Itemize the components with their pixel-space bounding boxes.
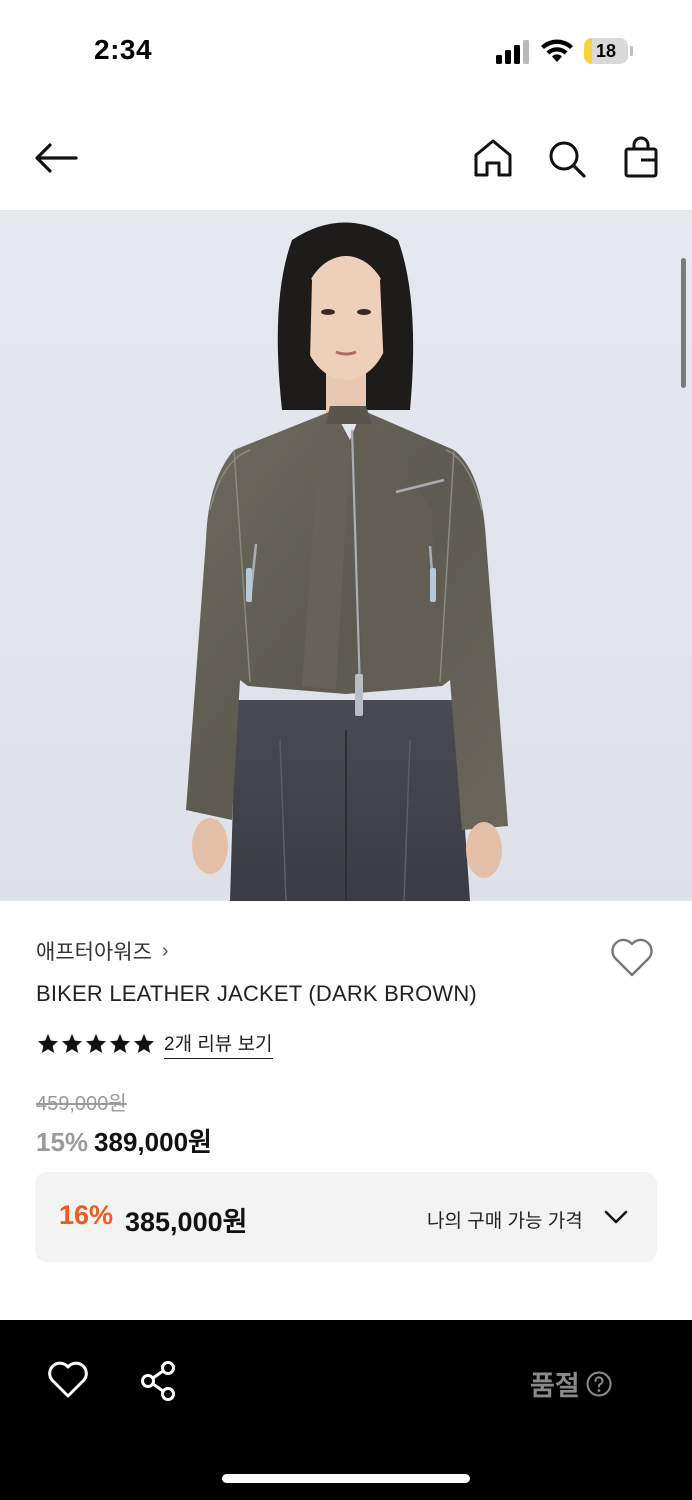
image-scroll-indicator	[681, 258, 686, 388]
search-button[interactable]	[544, 134, 590, 182]
soldout-status: 품절	[530, 1364, 612, 1403]
battery-cap	[630, 46, 633, 56]
my-price-dropdown[interactable]: 16% 385,000원 나의 구매 가능 가격	[35, 1172, 657, 1262]
battery-level: 18	[595, 41, 617, 61]
share-button[interactable]	[138, 1360, 178, 1402]
brand-name: 애프터아워즈	[36, 941, 152, 964]
bottom-action-bar: 품절	[0, 1320, 692, 1500]
home-button[interactable]	[470, 134, 516, 182]
product-photo-illustration	[0, 210, 692, 901]
star-icon	[134, 1034, 154, 1053]
arrow-left-icon	[35, 143, 78, 173]
chevron-right-icon: ›	[161, 939, 169, 962]
heart-icon	[611, 938, 653, 977]
brand-link[interactable]: 애프터아워즈 ›	[36, 936, 169, 966]
star-icon	[86, 1034, 106, 1053]
cart-button[interactable]	[618, 134, 664, 182]
sale-price: 389,000원	[94, 1127, 212, 1157]
wishlist-button[interactable]	[608, 935, 656, 979]
wifi-icon	[541, 39, 573, 62]
sale-price-row: 15% 389,000원	[36, 1122, 212, 1159]
product-image[interactable]	[0, 210, 692, 901]
star-icon	[110, 1034, 130, 1053]
discount-percent: 15%	[36, 1127, 89, 1157]
shopping-bag-icon	[624, 136, 658, 178]
back-button[interactable]	[32, 134, 80, 182]
wish-button[interactable]	[46, 1360, 90, 1400]
my-discount-percent: 16%	[59, 1200, 114, 1230]
soldout-label: 품절	[530, 1371, 580, 1401]
help-circle-icon[interactable]	[586, 1371, 612, 1397]
home-icon	[474, 139, 512, 177]
heart-icon	[48, 1361, 88, 1398]
star-icon	[62, 1034, 82, 1053]
my-price: 385,000원	[125, 1207, 248, 1237]
product-title: BIKER LEATHER JACKET (DARK BROWN)	[36, 981, 477, 1006]
rating-row: 2개 리뷰 보기	[36, 1029, 273, 1059]
home-indicator	[222, 1474, 470, 1483]
top-navigation	[0, 110, 692, 206]
star-icon	[38, 1034, 58, 1053]
status-bar: 2:34 18	[0, 0, 692, 100]
share-icon	[141, 1361, 175, 1401]
signal-icon	[496, 40, 529, 64]
original-price: 459,000원	[36, 1093, 127, 1115]
chevron-down-icon	[604, 1210, 628, 1224]
my-price-label: 나의 구매 가능 가격	[427, 1211, 583, 1232]
status-time: 2:34	[94, 34, 153, 65]
battery-indicator: 18	[584, 38, 634, 64]
search-icon	[549, 141, 586, 178]
rating-stars	[36, 1032, 156, 1056]
review-link[interactable]: 2개 리뷰 보기	[164, 1029, 273, 1059]
